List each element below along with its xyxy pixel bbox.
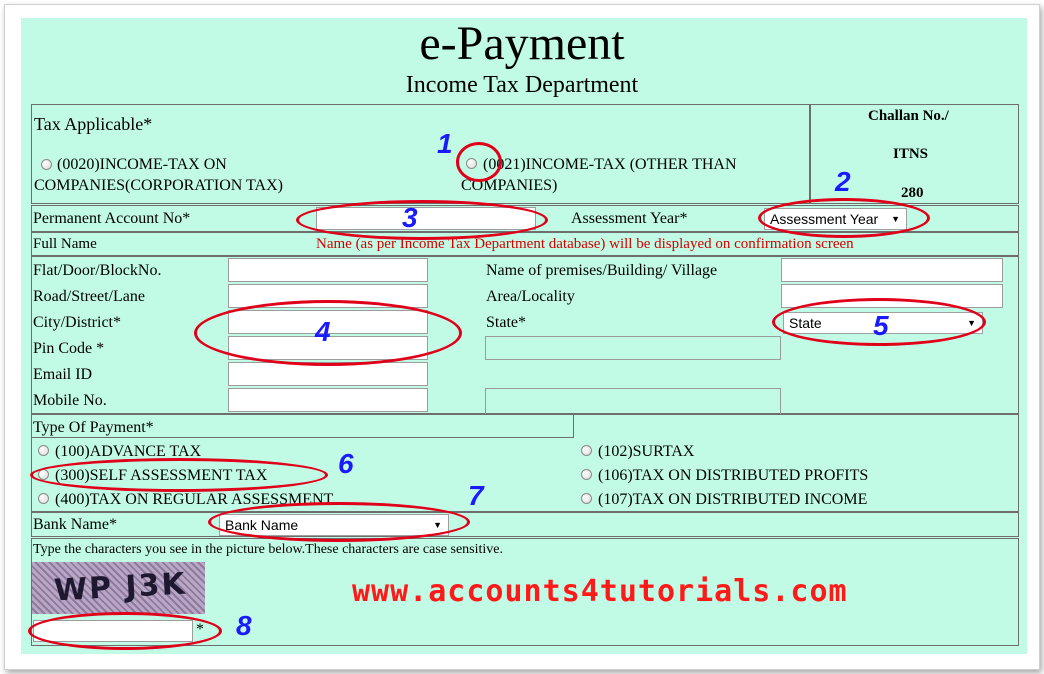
page-title: e-Payment: [419, 17, 625, 70]
state-label: State*: [486, 314, 526, 331]
payment-100-radio[interactable]: [38, 445, 49, 456]
challan-line1: Challan No./: [868, 108, 949, 124]
premises-input[interactable]: [781, 258, 1003, 282]
tax-0020-radio[interactable]: [41, 159, 52, 170]
mobile-input[interactable]: [228, 388, 428, 412]
captcha-image-text: WP J3K: [53, 566, 188, 609]
payment-106-radio[interactable]: [581, 469, 592, 480]
premises-label: Name of premises/Building/ Village: [486, 262, 718, 279]
challan-line3: 280: [901, 185, 924, 201]
payment-106-label: (106)TAX ON DISTRIBUTED PROFITS: [598, 467, 869, 484]
annotation-ellipse-6: [30, 458, 328, 492]
pan-label: Permanent Account No*: [33, 210, 191, 227]
payment-102-label: (102)SURTAX: [598, 443, 695, 460]
captcha-image: WP J3K: [32, 562, 205, 614]
email-label: Email ID: [33, 366, 93, 383]
address-divider-2: [485, 388, 781, 414]
captcha-instruction: Type the characters you see in the pictu…: [33, 542, 503, 557]
pin-label: Pin Code *: [33, 340, 105, 357]
annotation-number-2: 2: [835, 166, 851, 197]
payment-107-radio[interactable]: [581, 493, 592, 504]
area-label: Area/Locality: [486, 288, 575, 305]
tax-0021-label: (0021)INCOME-TAX (OTHER THAN: [483, 156, 737, 173]
assessment-year-label: Assessment Year*: [571, 210, 688, 227]
annotation-ellipse-3: [296, 200, 548, 240]
annotation-ellipse-8: [28, 612, 222, 650]
full-name-label: Full Name: [33, 236, 97, 252]
address-divider-1: [485, 336, 781, 360]
annotation-ellipse-7: [208, 502, 470, 542]
tax-0020-label: (0020)INCOME-TAX ON: [57, 156, 227, 173]
annotation-number-4: 4: [315, 316, 331, 347]
flat-input[interactable]: [228, 258, 428, 282]
watermark-url: www.accounts4tutorials.com: [352, 574, 848, 609]
annotation-number-7: 7: [468, 480, 484, 511]
payment-type-label: Type Of Payment*: [33, 419, 154, 436]
annotation-ellipse-2: [758, 198, 930, 238]
bank-label: Bank Name*: [33, 516, 117, 533]
tax-0020-label-2: COMPANIES(CORPORATION TAX): [34, 177, 283, 194]
annotation-ellipse-1: [456, 142, 502, 182]
annotation-number-5: 5: [873, 310, 889, 341]
annotation-number-1: 1: [437, 128, 453, 159]
payment-107-label: (107)TAX ON DISTRIBUTED INCOME: [598, 491, 868, 508]
city-label: City/District*: [33, 314, 121, 331]
bank-row: [31, 512, 1019, 537]
road-label: Road/Street/Lane: [33, 288, 145, 305]
payment-400-radio[interactable]: [38, 493, 49, 504]
page-subtitle: Income Tax Department: [405, 72, 639, 98]
annotation-number-3: 3: [402, 202, 418, 233]
mobile-label: Mobile No.: [33, 392, 107, 409]
payment-102-radio[interactable]: [581, 445, 592, 456]
annotation-number-6: 6: [338, 448, 354, 479]
annotation-number-8: 8: [236, 610, 252, 641]
challan-line2: ITNS: [893, 146, 929, 162]
flat-label: Flat/Door/BlockNo.: [33, 262, 162, 279]
tax-applicable-label: Tax Applicable*: [34, 114, 153, 134]
